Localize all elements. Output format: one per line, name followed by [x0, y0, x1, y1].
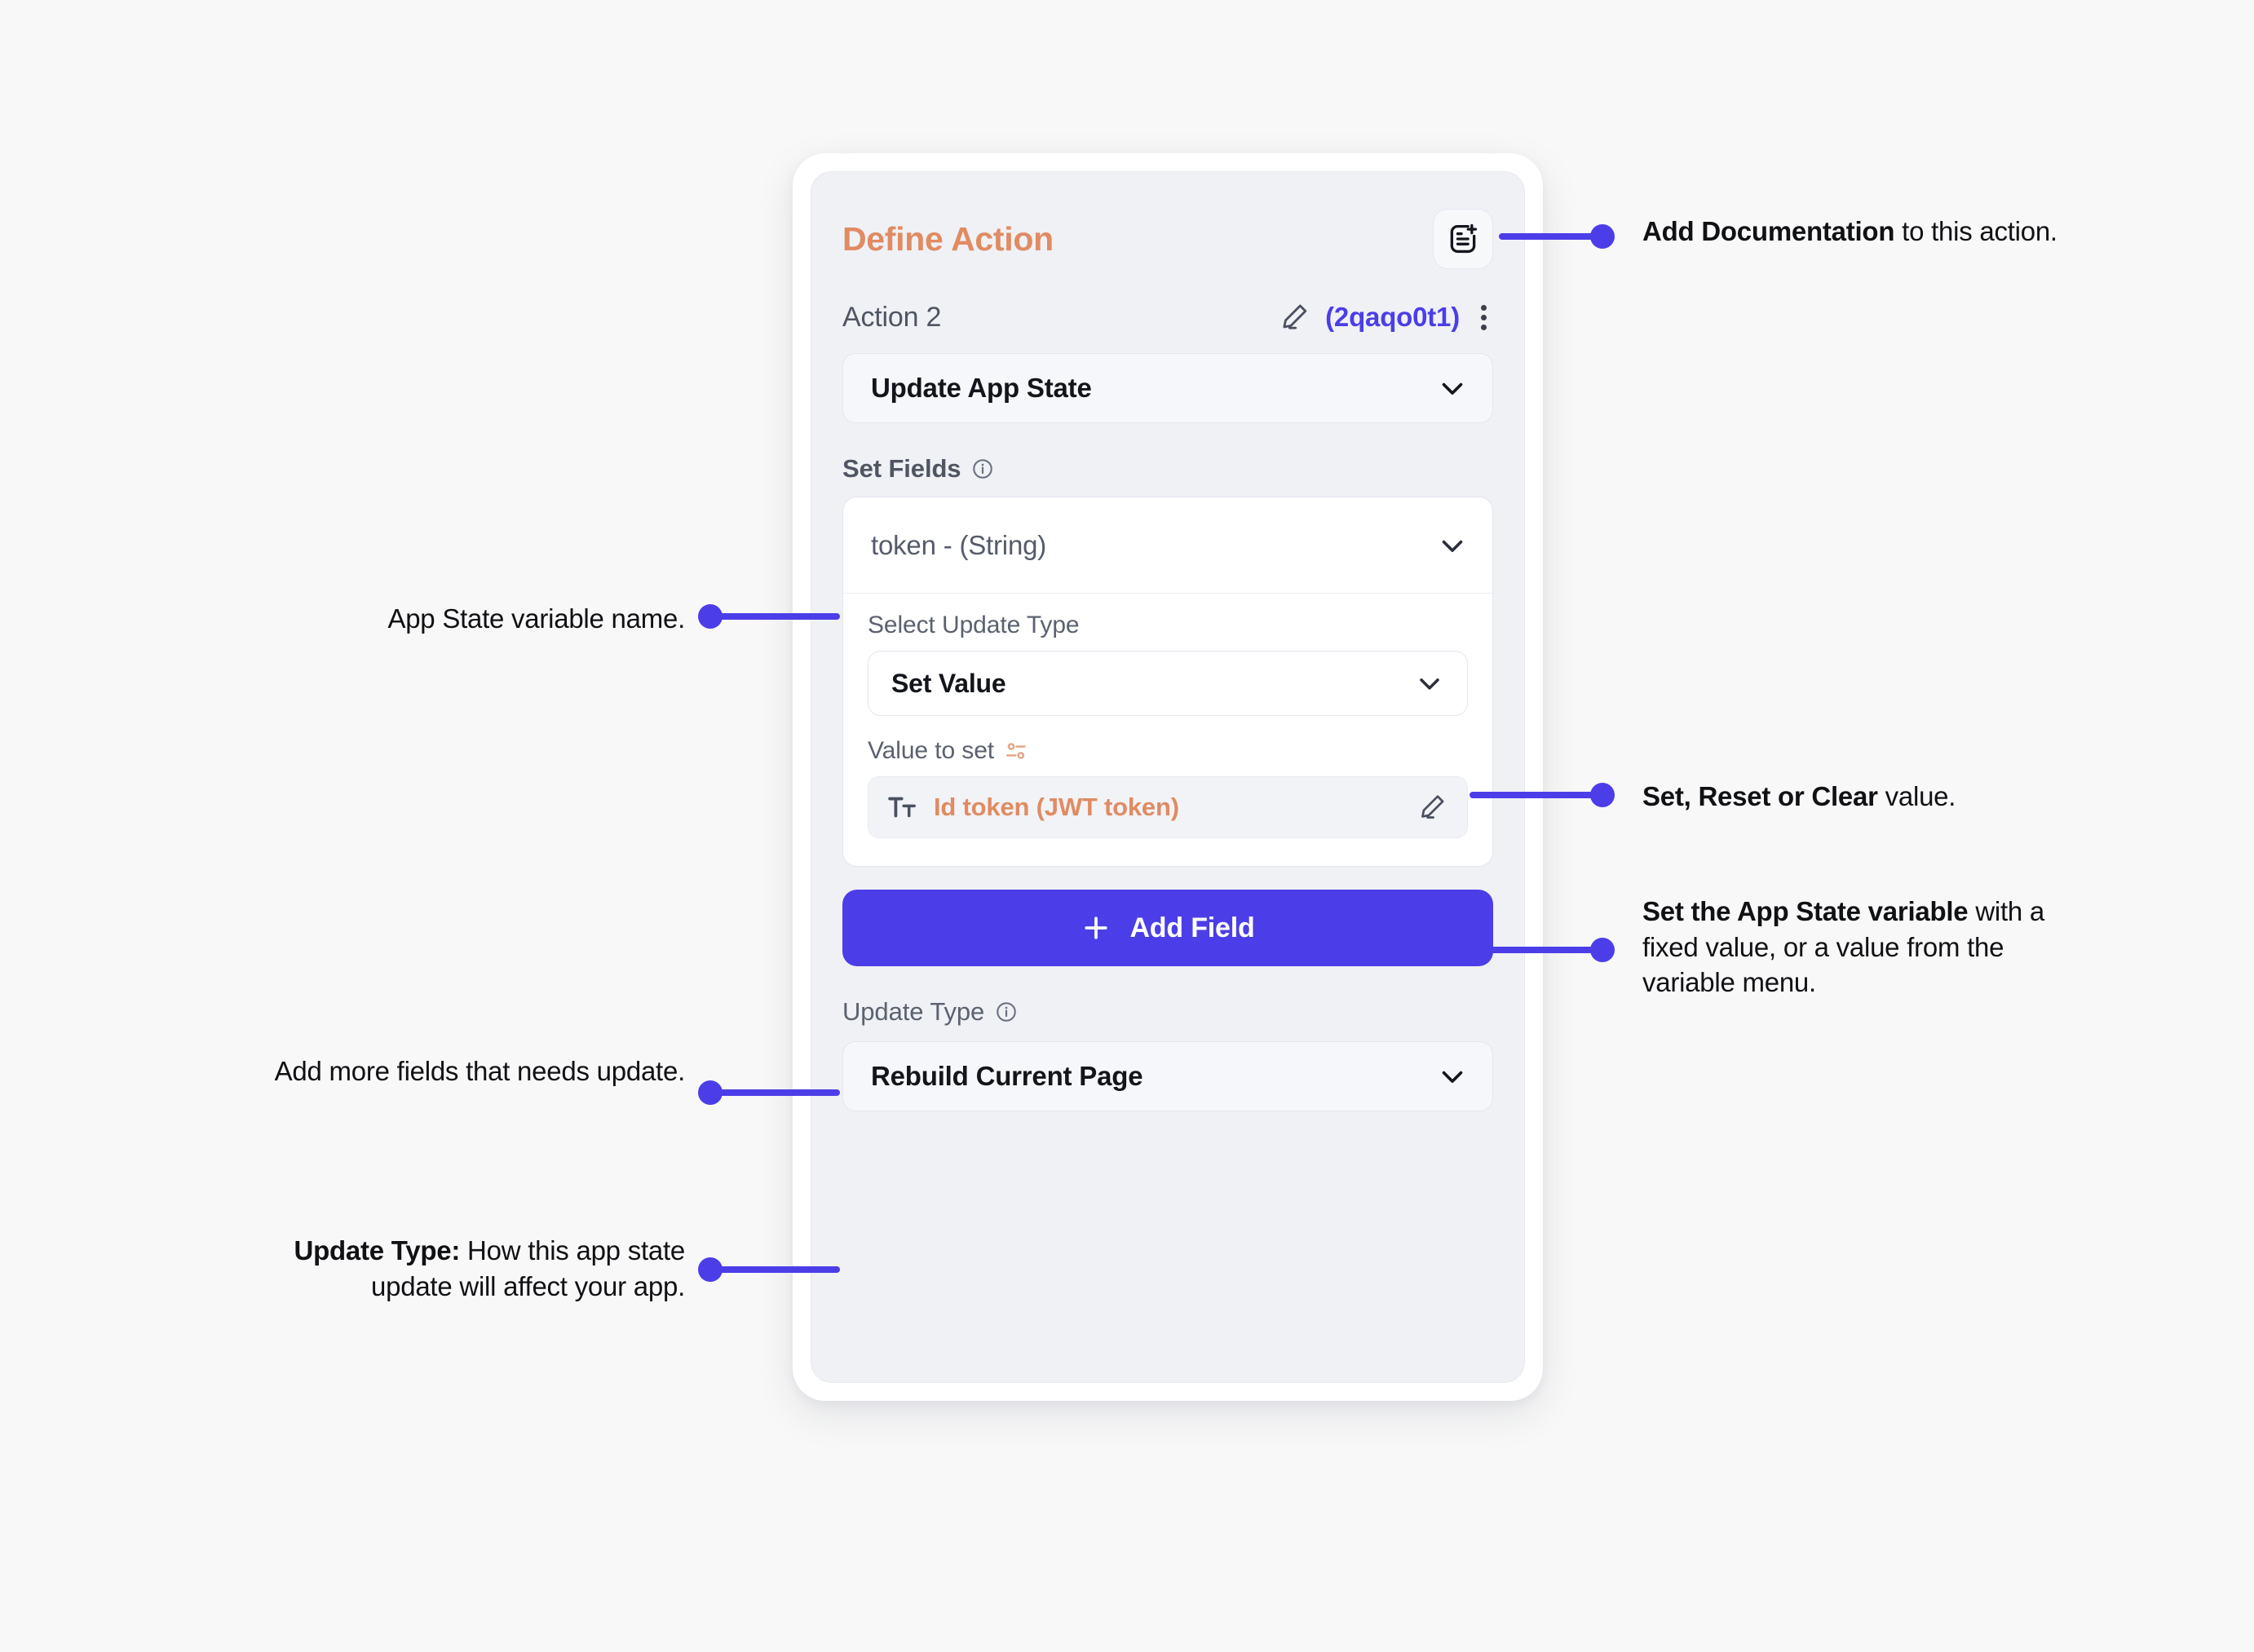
chevron-down-icon	[1442, 382, 1463, 395]
callout-add-more-fields-text: Add more fields that needs update.	[274, 1056, 686, 1086]
callout-set-app-state-variable: Set the App State variable with a fixed …	[1642, 894, 2058, 1000]
callout-dot-add-documentation	[1590, 224, 1615, 249]
callout-app-state-variable-name-text: App State variable name.	[387, 603, 685, 634]
action-meta-right: (2qaqo0t1)	[1278, 301, 1493, 333]
value-to-set-content: Id token (JWT token)	[886, 792, 1179, 823]
set-fields-label: Set Fields	[842, 454, 1493, 484]
value-to-set-label-text: Value to set	[868, 737, 995, 764]
callout-update-type-note: Update Type: How this app state update w…	[236, 1233, 686, 1304]
callout-add-documentation-bold: Add Documentation	[1642, 216, 1895, 246]
add-field-label: Add Field	[1129, 912, 1255, 943]
sliders-icon[interactable]	[1004, 739, 1028, 763]
add-documentation-button[interactable]	[1433, 209, 1493, 269]
set-fields-label-text: Set Fields	[842, 454, 961, 483]
pencil-icon[interactable]	[1416, 792, 1447, 823]
action-type-select[interactable]: Update App State	[842, 353, 1493, 423]
callout-set-reset-clear-rest: value.	[1877, 781, 1956, 811]
app-state-variable-value: token - (String)	[871, 529, 1047, 560]
set-field-body: Select Update Type Set Value Value to se…	[843, 594, 1492, 866]
chevron-down-icon	[1442, 1071, 1463, 1083]
callout-line-set-app-state-variable	[1470, 947, 1605, 953]
update-type-select[interactable]: Rebuild Current Page	[842, 1041, 1493, 1111]
update-type-label-text: Update Type	[842, 997, 985, 1026]
value-to-set-text: Id token (JWT token)	[934, 793, 1179, 821]
select-update-type-label-text: Select Update Type	[868, 612, 1080, 638]
app-state-variable-select[interactable]: token - (String)	[843, 497, 1492, 594]
page-title: Define Action	[842, 219, 1054, 258]
add-field-button[interactable]: Add Field	[842, 890, 1493, 966]
callout-line-add-more-fields	[718, 1089, 840, 1096]
value-to-set-field[interactable]: Id token (JWT token)	[868, 776, 1468, 838]
pencil-icon[interactable]	[1278, 301, 1310, 333]
callout-set-reset-clear-bold: Set, Reset or Clear	[1642, 781, 1878, 811]
callout-set-reset-clear: Set, Reset or Clear value.	[1642, 779, 2099, 815]
action-name-label: Action 2	[842, 301, 942, 333]
callout-line-set-reset-clear	[1470, 792, 1605, 798]
update-type-label: Update Type	[842, 997, 1493, 1027]
chevron-down-icon	[1420, 678, 1439, 690]
callout-dot-set-reset-clear	[1590, 783, 1615, 807]
action-meta-row: Action 2 (2qaqo0t1)	[842, 296, 1493, 338]
set-field-card: token - (String) Select Update Type Set …	[842, 497, 1493, 867]
info-icon[interactable]	[971, 457, 994, 480]
callout-add-documentation: Add Documentation to this action.	[1642, 214, 2066, 250]
callout-line-add-documentation	[1499, 233, 1605, 240]
panel-header: Define Action	[842, 201, 1493, 276]
action-type-value: Update App State	[871, 373, 1092, 403]
update-type-select-value: Rebuild Current Page	[871, 1061, 1143, 1091]
value-to-set-label: Value to set	[868, 737, 1468, 765]
callout-line-app-state-variable-name	[718, 613, 840, 620]
define-action-card: Define Action Action 2 (2qaqo0t1) Update…	[811, 171, 1525, 1383]
callout-add-more-fields: Add more fields that needs update.	[245, 1053, 686, 1089]
document-add-icon	[1450, 223, 1478, 254]
select-update-type-label: Select Update Type	[868, 612, 1468, 639]
callout-update-type-note-bold: Update Type:	[294, 1235, 461, 1266]
callout-set-app-state-variable-bold: Set the App State variable	[1642, 896, 1969, 926]
chevron-down-icon	[1442, 540, 1463, 552]
plus-icon	[1085, 917, 1108, 939]
action-panel-frame: Define Action Action 2 (2qaqo0t1) Update…	[793, 153, 1543, 1401]
callout-dot-set-app-state-variable	[1590, 938, 1615, 962]
kebab-menu-icon[interactable]	[1474, 302, 1493, 333]
action-id[interactable]: (2qaqo0t1)	[1325, 302, 1460, 333]
callout-app-state-variable-name: App State variable name.	[269, 601, 685, 637]
callout-line-update-type-note	[718, 1266, 840, 1273]
update-type-value-select[interactable]: Set Value	[868, 651, 1468, 716]
callout-add-documentation-rest: to this action.	[1894, 216, 2057, 246]
text-format-icon	[888, 797, 916, 818]
update-type-value: Set Value	[891, 668, 1006, 698]
info-icon[interactable]	[995, 1000, 1018, 1023]
